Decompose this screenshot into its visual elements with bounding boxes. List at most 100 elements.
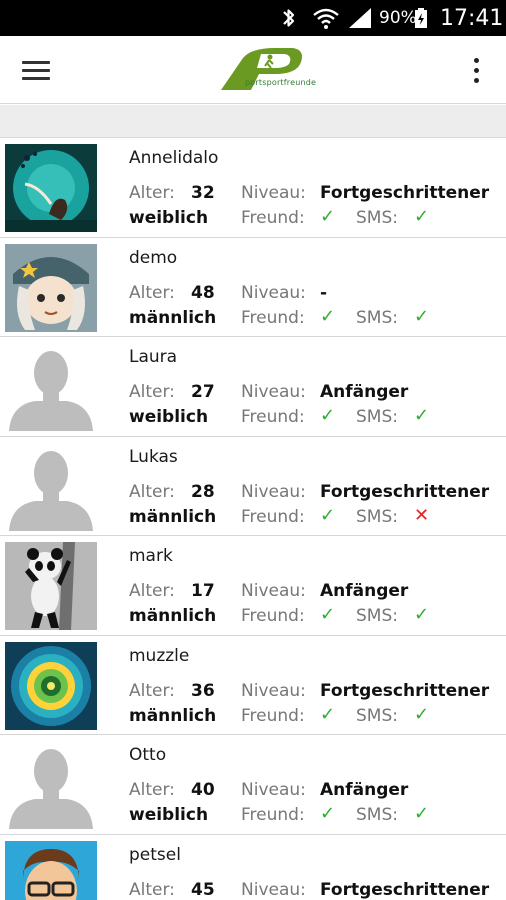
hamburger-menu-icon[interactable] bbox=[22, 54, 54, 86]
age-label: Alter: bbox=[129, 581, 175, 601]
sms-check-icon: ✓ bbox=[414, 604, 430, 625]
level-value: Fortgeschrittener bbox=[320, 879, 490, 900]
avatar bbox=[5, 343, 97, 431]
friend-check-icon: ✓ bbox=[320, 604, 336, 625]
signal-icon bbox=[347, 0, 373, 36]
age-value: 27 bbox=[191, 382, 215, 402]
age-label: Alter: bbox=[129, 382, 175, 402]
more-vert-icon[interactable] bbox=[466, 54, 486, 86]
sms-cross-icon: ✕ bbox=[414, 504, 430, 526]
sms-check-icon: ✓ bbox=[414, 305, 430, 327]
avatar bbox=[5, 243, 97, 332]
age-value: 36 bbox=[191, 680, 215, 701]
sms-check-icon: ✓ bbox=[414, 803, 430, 824]
age-value: 45 bbox=[191, 879, 215, 900]
friend-label: Freund: bbox=[241, 506, 305, 527]
gender-value: männlich bbox=[129, 705, 217, 726]
avatar bbox=[5, 442, 97, 531]
avatar bbox=[5, 641, 97, 730]
friend-label: Freund: bbox=[241, 705, 305, 726]
level-value: Fortgeschrittener bbox=[320, 481, 490, 502]
gender-value: weiblich bbox=[129, 805, 209, 825]
level-value: - bbox=[320, 282, 328, 303]
list-item[interactable]: mark Alter: 17 Niveau: Anfänger männlich… bbox=[0, 536, 506, 636]
level-label: Niveau: bbox=[241, 780, 306, 800]
user-name: Laura bbox=[129, 347, 178, 367]
battery-percent: 90% bbox=[379, 8, 417, 28]
sms-label: SMS: bbox=[356, 606, 398, 626]
avatar bbox=[5, 840, 97, 900]
friend-label: Freund: bbox=[241, 407, 305, 427]
level-label: Niveau: bbox=[241, 581, 306, 601]
level-label: Niveau: bbox=[241, 879, 306, 900]
gender-value: männlich bbox=[129, 606, 217, 626]
friend-check-icon: ✓ bbox=[320, 405, 336, 426]
sms-label: SMS: bbox=[356, 805, 398, 825]
sms-check-icon: ✓ bbox=[414, 206, 430, 227]
app-logo bbox=[221, 48, 302, 90]
logo-text: portsportfreunde bbox=[245, 78, 317, 87]
list-item[interactable]: Lukas Alter: 28 Niveau: Fortgeschrittene… bbox=[0, 436, 506, 536]
age-label: Alter: bbox=[129, 879, 175, 900]
sms-label: SMS: bbox=[356, 705, 398, 726]
sub-header-bar bbox=[0, 105, 506, 138]
level-label: Niveau: bbox=[241, 481, 306, 502]
user-name: muzzle bbox=[129, 645, 190, 666]
gender-value: weiblich bbox=[129, 208, 209, 228]
friend-check-icon: ✓ bbox=[320, 305, 336, 327]
level-value: Fortgeschrittener bbox=[320, 183, 490, 203]
friend-check-icon: ✓ bbox=[320, 206, 336, 227]
status-bar: 90% 17:41 bbox=[0, 0, 506, 36]
level-label: Niveau: bbox=[241, 382, 306, 402]
age-label: Alter: bbox=[129, 183, 175, 203]
level-label: Niveau: bbox=[241, 282, 306, 303]
clock: 17:41 bbox=[440, 5, 504, 31]
sms-check-icon: ✓ bbox=[414, 703, 430, 725]
age-label: Alter: bbox=[129, 680, 175, 701]
sms-check-icon: ✓ bbox=[414, 405, 430, 426]
friend-label: Freund: bbox=[241, 208, 305, 228]
user-name: petsel bbox=[129, 844, 181, 865]
list-item[interactable]: petsel Alter: 45 Niveau: Fortgeschritten… bbox=[0, 834, 506, 900]
level-label: Niveau: bbox=[241, 680, 306, 701]
user-name: demo bbox=[129, 247, 178, 268]
age-value: 28 bbox=[191, 481, 215, 502]
avatar bbox=[5, 741, 97, 829]
age-value: 40 bbox=[191, 780, 215, 800]
wifi-icon bbox=[312, 0, 340, 36]
list-item[interactable]: Laura Alter: 27 Niveau: Anfänger weiblic… bbox=[0, 337, 506, 437]
user-list[interactable]: Annelidalo Alter: 32 Niveau: Fortgeschri… bbox=[0, 138, 506, 900]
friend-label: Freund: bbox=[241, 307, 305, 328]
gender-value: männlich bbox=[129, 307, 217, 328]
age-label: Alter: bbox=[129, 780, 175, 800]
sms-label: SMS: bbox=[356, 407, 398, 427]
user-name: mark bbox=[129, 546, 173, 566]
age-label: Alter: bbox=[129, 282, 175, 303]
friend-label: Freund: bbox=[241, 606, 305, 626]
age-value: 48 bbox=[191, 282, 215, 303]
level-label: Niveau: bbox=[241, 183, 306, 203]
list-item[interactable]: Otto Alter: 40 Niveau: Anfänger weiblich… bbox=[0, 735, 506, 835]
friend-check-icon: ✓ bbox=[320, 803, 336, 824]
user-name: Otto bbox=[129, 745, 167, 765]
friend-label: Freund: bbox=[241, 805, 305, 825]
battery-icon bbox=[414, 0, 428, 36]
list-item[interactable]: Annelidalo Alter: 32 Niveau: Fortgeschri… bbox=[0, 138, 506, 238]
age-value: 17 bbox=[191, 581, 215, 601]
sms-label: SMS: bbox=[356, 208, 398, 228]
sms-label: SMS: bbox=[356, 506, 398, 527]
app-bar: portsportfreunde bbox=[0, 36, 506, 104]
user-name: Lukas bbox=[129, 446, 178, 467]
friend-check-icon: ✓ bbox=[320, 504, 336, 526]
level-value: Anfänger bbox=[320, 780, 409, 800]
level-value: Fortgeschrittener bbox=[320, 680, 490, 701]
list-item[interactable]: demo Alter: 48 Niveau: - männlich Freund… bbox=[0, 237, 506, 337]
list-item[interactable]: muzzle Alter: 36 Niveau: Fortgeschritten… bbox=[0, 635, 506, 735]
bluetooth-icon bbox=[279, 0, 299, 36]
avatar bbox=[5, 144, 97, 232]
age-label: Alter: bbox=[129, 481, 175, 502]
sms-label: SMS: bbox=[356, 307, 398, 328]
level-value: Anfänger bbox=[320, 581, 409, 601]
age-value: 32 bbox=[191, 183, 215, 203]
gender-value: weiblich bbox=[129, 407, 209, 427]
